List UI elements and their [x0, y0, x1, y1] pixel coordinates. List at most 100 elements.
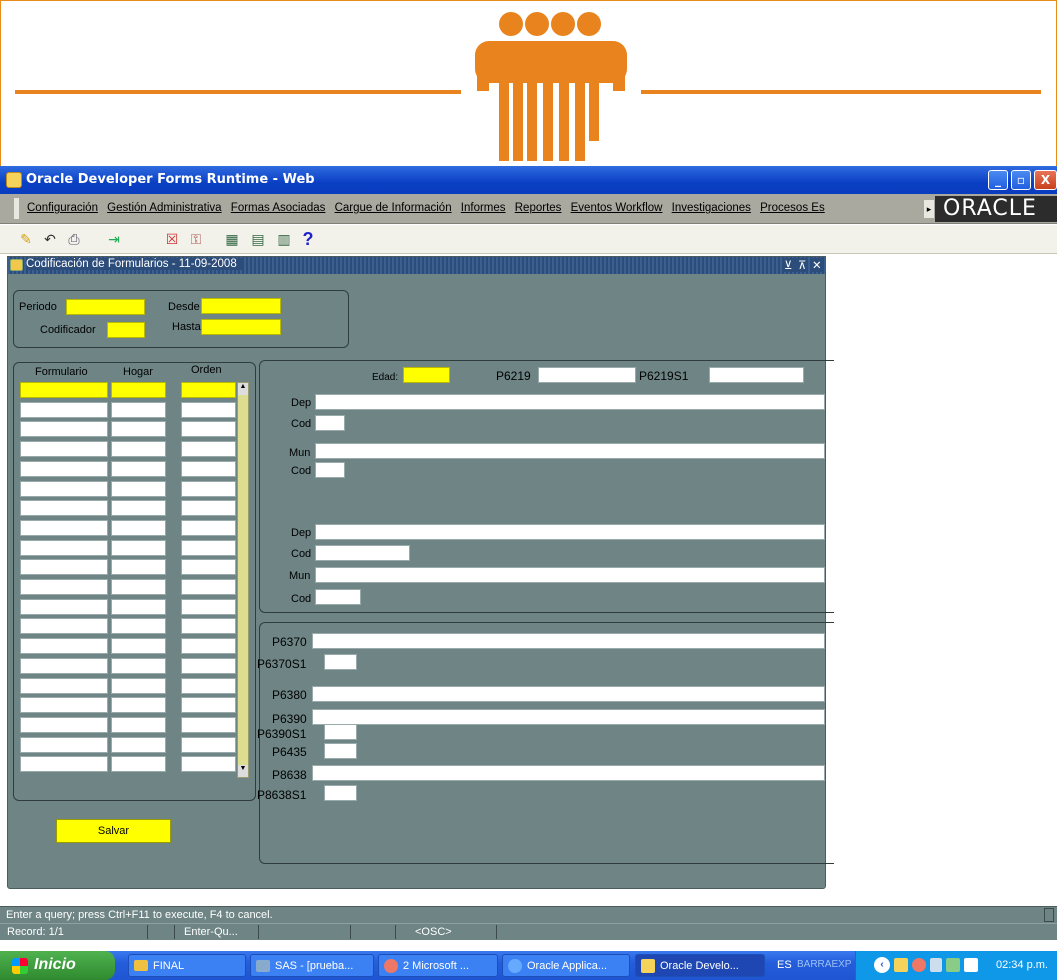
formulario-cell[interactable] — [20, 520, 108, 536]
orden-cell[interactable] — [181, 500, 236, 516]
menu-eventos-workflow[interactable]: Eventos Workflow — [571, 202, 663, 214]
hogar-cell[interactable] — [111, 559, 166, 575]
clear-record-icon[interactable]: ☒ — [162, 229, 182, 249]
form-maximize-button[interactable]: ⊼ — [796, 258, 809, 272]
periodo-field[interactable] — [66, 299, 145, 315]
tray-volume-icon[interactable] — [930, 958, 942, 972]
formulario-cell[interactable] — [20, 638, 108, 654]
orden-cell[interactable] — [181, 382, 236, 398]
scroll-down-icon[interactable]: ▼ — [238, 765, 248, 777]
formulario-cell[interactable] — [20, 579, 108, 595]
formulario-cell[interactable] — [20, 737, 108, 753]
orden-cell[interactable] — [181, 678, 236, 694]
hogar-cell[interactable] — [111, 520, 166, 536]
save-button[interactable]: Salvar — [56, 819, 171, 843]
dep1-field[interactable] — [315, 394, 825, 410]
formulario-cell[interactable] — [20, 481, 108, 497]
start-button[interactable]: Inicio — [0, 951, 115, 980]
task-final[interactable]: FINAL — [128, 954, 246, 977]
save-icon[interactable]: ✎ — [16, 229, 36, 249]
mun2-field[interactable] — [315, 567, 825, 583]
formulario-cell[interactable] — [20, 599, 108, 615]
codificador-field[interactable] — [107, 322, 145, 338]
orden-cell[interactable] — [181, 461, 236, 477]
hogar-cell[interactable] — [111, 421, 166, 437]
orden-cell[interactable] — [181, 441, 236, 457]
hogar-cell[interactable] — [111, 638, 166, 654]
maximize-button[interactable]: ▫ — [1011, 170, 1031, 190]
menu-configuracion[interactable]: Configuración — [27, 202, 98, 214]
undo-icon[interactable]: ↶ — [40, 229, 60, 249]
orden-cell[interactable] — [181, 638, 236, 654]
p8638-field[interactable] — [312, 765, 825, 781]
orden-cell[interactable] — [181, 717, 236, 733]
task-oracle-applications[interactable]: Oracle Applica... — [502, 954, 630, 977]
formulario-cell[interactable] — [20, 500, 108, 516]
mun1-field[interactable] — [315, 443, 825, 459]
hogar-cell[interactable] — [111, 481, 166, 497]
query-icon[interactable]: ▦ — [222, 229, 242, 249]
p6219s1-field[interactable] — [709, 367, 804, 383]
orden-cell[interactable] — [181, 756, 236, 772]
scroll-thumb[interactable] — [238, 395, 248, 765]
formulario-cell[interactable] — [20, 441, 108, 457]
hogar-cell[interactable] — [111, 461, 166, 477]
scroll-up-icon[interactable]: ▲ — [238, 383, 248, 395]
edad-field[interactable] — [403, 367, 450, 383]
hogar-cell[interactable] — [111, 382, 166, 398]
hogar-cell[interactable] — [111, 658, 166, 674]
menu-cargue-informacion[interactable]: Cargue de Información — [335, 202, 452, 214]
language-indicator[interactable]: ES — [777, 959, 792, 971]
dep2-field[interactable] — [315, 524, 825, 540]
hogar-cell[interactable] — [111, 579, 166, 595]
cancel-query-icon[interactable]: ▥ — [274, 229, 294, 249]
cod1-field[interactable] — [315, 415, 345, 431]
hogar-cell[interactable] — [111, 737, 166, 753]
hogar-cell[interactable] — [111, 618, 166, 634]
orden-cell[interactable] — [181, 658, 236, 674]
formulario-cell[interactable] — [20, 559, 108, 575]
minimize-button[interactable]: _ — [988, 170, 1008, 190]
hogar-cell[interactable] — [111, 441, 166, 457]
lock-record-icon[interactable]: ⚿ — [186, 229, 206, 249]
task-sas[interactable]: SAS - [prueba... — [250, 954, 374, 977]
hogar-cell[interactable] — [111, 402, 166, 418]
menu-investigaciones[interactable]: Investigaciones — [672, 202, 751, 214]
execute-query-icon[interactable]: ▤ — [248, 229, 268, 249]
task-microsoft[interactable]: 2 Microsoft ... — [378, 954, 498, 977]
close-button[interactable]: X — [1034, 170, 1057, 190]
formulario-cell[interactable] — [20, 756, 108, 772]
print-icon[interactable]: ⎙ — [64, 229, 84, 249]
cod3-field[interactable] — [315, 545, 410, 561]
p6390-field[interactable] — [312, 709, 825, 725]
orden-cell[interactable] — [181, 540, 236, 556]
orden-cell[interactable] — [181, 618, 236, 634]
tray-oracle-icon[interactable] — [894, 958, 908, 972]
hogar-cell[interactable] — [111, 678, 166, 694]
menu-reportes[interactable]: Reportes — [515, 202, 562, 214]
help-icon[interactable]: ? — [298, 229, 318, 249]
orden-cell[interactable] — [181, 402, 236, 418]
hogar-cell[interactable] — [111, 500, 166, 516]
formulario-cell[interactable] — [20, 717, 108, 733]
tray-calendar-icon[interactable] — [964, 958, 978, 972]
orden-cell[interactable] — [181, 421, 236, 437]
menu-procesos[interactable]: Procesos Es — [760, 202, 825, 214]
p8638s1-field[interactable] — [324, 785, 357, 801]
hasta-field[interactable] — [201, 319, 281, 335]
formulario-cell[interactable] — [20, 618, 108, 634]
formulario-cell[interactable] — [20, 402, 108, 418]
formulario-cell[interactable] — [20, 658, 108, 674]
formulario-cell[interactable] — [20, 382, 108, 398]
cod2-field[interactable] — [315, 462, 345, 478]
form-close-button[interactable]: ✕ — [810, 258, 824, 272]
orden-cell[interactable] — [181, 579, 236, 595]
formulario-cell[interactable] — [20, 678, 108, 694]
orden-cell[interactable] — [181, 697, 236, 713]
p6380-field[interactable] — [312, 686, 825, 702]
cod4-field[interactable] — [315, 589, 361, 605]
tray-app-icon[interactable] — [912, 958, 926, 972]
hogar-cell[interactable] — [111, 697, 166, 713]
desde-field[interactable] — [201, 298, 281, 314]
hogar-cell[interactable] — [111, 599, 166, 615]
